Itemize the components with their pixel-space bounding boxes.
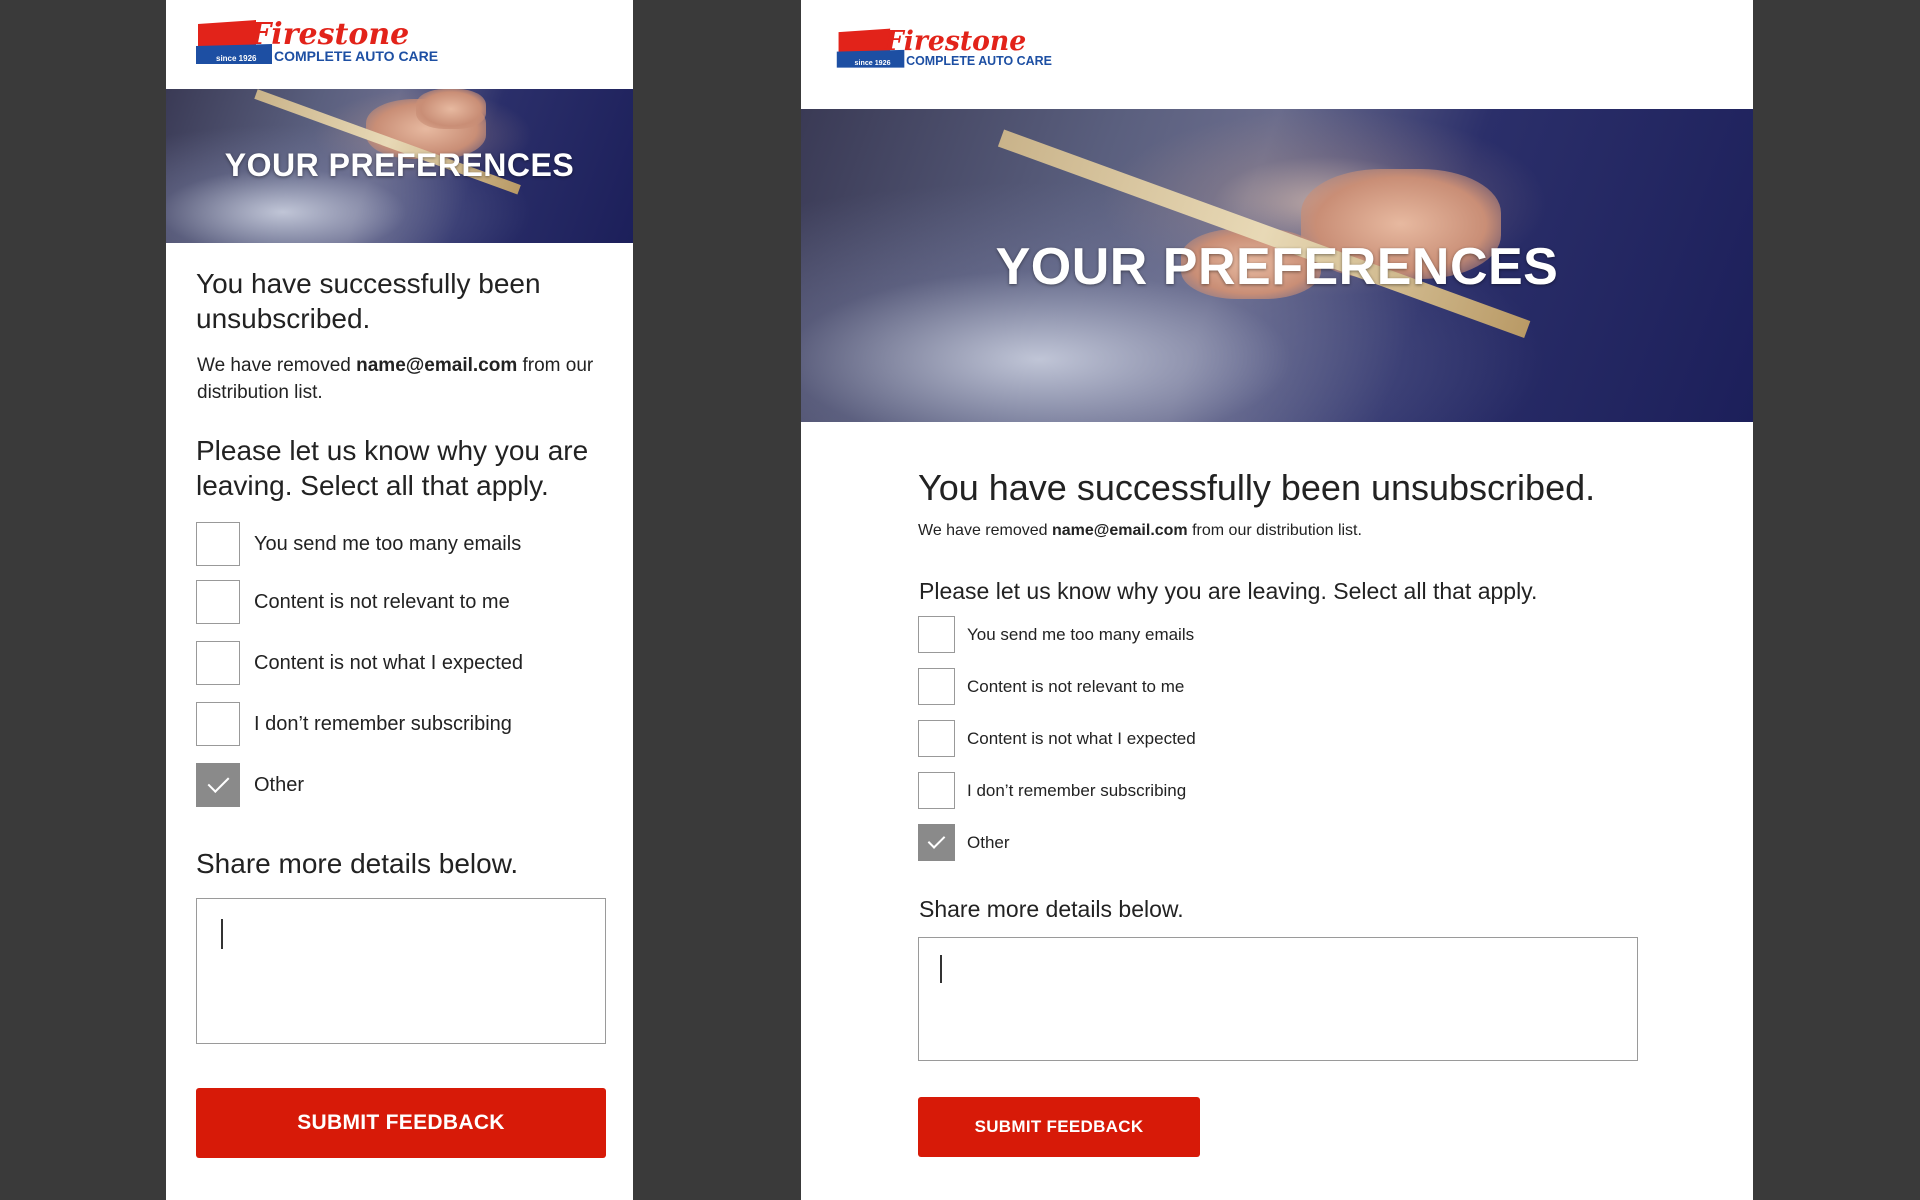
option-other[interactable]: Other	[918, 824, 1010, 861]
firestone-logo[interactable]: Firestone since 1926 COMPLETE AUTO CARE	[194, 18, 464, 68]
option-not-relevant[interactable]: Content is not relevant to me	[196, 580, 510, 624]
checkbox[interactable]	[196, 702, 240, 746]
svg-text:Firestone: Firestone	[884, 26, 1027, 57]
checkbox[interactable]	[196, 580, 240, 624]
unsubscribed-heading: You have successfully been unsubscribed.	[918, 467, 1596, 508]
removed-prefix: We have removed	[918, 522, 1048, 539]
checkbox-checked[interactable]	[196, 763, 240, 807]
text-caret	[940, 955, 942, 983]
checkbox[interactable]	[918, 668, 955, 705]
option-label: You send me too many emails	[967, 624, 1195, 644]
desktop-content: You have successfully been unsubscribed.…	[918, 466, 1638, 1166]
checkbox[interactable]	[918, 616, 955, 653]
removed-prefix: We have removed	[197, 355, 351, 376]
text-caret	[221, 919, 223, 949]
reason-question: Please let us know why you are leaving. …	[919, 578, 1538, 604]
svg-text:COMPLETE AUTO CARE: COMPLETE AUTO CARE	[906, 54, 1052, 68]
option-label: Content is not what I expected	[254, 651, 524, 674]
option-not-relevant[interactable]: Content is not relevant to me	[918, 668, 1184, 705]
option-label: Other	[967, 832, 1010, 852]
option-label: I don’t remember subscribing	[967, 780, 1187, 800]
hero-title: YOUR PREFERENCES	[995, 238, 1559, 296]
hero-banner: YOUR PREFERENCES	[166, 89, 633, 243]
checkmark-icon	[207, 771, 230, 793]
details-label: Share more details below.	[919, 896, 1184, 922]
svg-text:Firestone: Firestone	[249, 18, 409, 52]
details-textarea[interactable]	[918, 937, 1638, 1061]
submit-feedback-button[interactable]: SUBMIT FEEDBACK	[196, 1088, 606, 1158]
svg-text:COMPLETE AUTO CARE: COMPLETE AUTO CARE	[274, 48, 438, 64]
unsubscribed-heading: You have successfully been unsubscribed.	[196, 268, 541, 334]
checkbox-checked[interactable]	[918, 824, 955, 861]
option-label: Content is not what I expected	[967, 728, 1196, 748]
details-textarea[interactable]	[196, 898, 606, 1044]
option-label: Content is not relevant to me	[254, 590, 510, 613]
option-label: You send me too many emails	[254, 532, 522, 555]
svg-text:since 1926: since 1926	[855, 59, 891, 67]
checkmark-icon	[927, 831, 946, 849]
reason-question: Please let us know why you are leaving. …	[196, 435, 589, 501]
hero-banner: YOUR PREFERENCES	[801, 109, 1753, 422]
mobile-layout: Firestone since 1926 COMPLETE AUTO CARE …	[166, 0, 633, 1200]
removed-suffix: from our distribution list.	[1192, 522, 1362, 539]
checkbox[interactable]	[196, 641, 240, 685]
submit-feedback-button[interactable]: SUBMIT FEEDBACK	[918, 1097, 1200, 1157]
mobile-content: You have successfully been unsubscribed.…	[196, 266, 606, 1166]
option-not-expected[interactable]: Content is not what I expected	[918, 720, 1196, 757]
option-label: Other	[254, 773, 305, 796]
removed-message: We have removed name@email.com from our …	[197, 352, 607, 406]
option-too-many-emails[interactable]: You send me too many emails	[918, 616, 1194, 653]
option-label: I don’t remember subscribing	[254, 712, 512, 735]
option-label: Content is not relevant to me	[967, 676, 1185, 696]
email-address: name@email.com	[356, 355, 518, 376]
svg-text:since 1926: since 1926	[216, 54, 257, 63]
hero-title: YOUR PREFERENCES	[224, 147, 575, 183]
desktop-layout: Firestone since 1926 COMPLETE AUTO CARE …	[801, 0, 1753, 1200]
option-other[interactable]: Other	[196, 763, 304, 807]
firestone-logo[interactable]: Firestone since 1926 COMPLETE AUTO CARE	[835, 26, 1075, 72]
option-dont-remember[interactable]: I don’t remember subscribing	[918, 772, 1186, 809]
option-dont-remember[interactable]: I don’t remember subscribing	[196, 702, 512, 746]
email-address: name@email.com	[1052, 522, 1188, 539]
checkbox[interactable]	[918, 720, 955, 757]
removed-message: We have removed name@email.com from our …	[918, 522, 1362, 540]
checkbox[interactable]	[196, 522, 240, 566]
details-label: Share more details below.	[196, 848, 519, 879]
option-not-expected[interactable]: Content is not what I expected	[196, 641, 523, 685]
checkbox[interactable]	[918, 772, 955, 809]
option-too-many-emails[interactable]: You send me too many emails	[196, 522, 521, 566]
